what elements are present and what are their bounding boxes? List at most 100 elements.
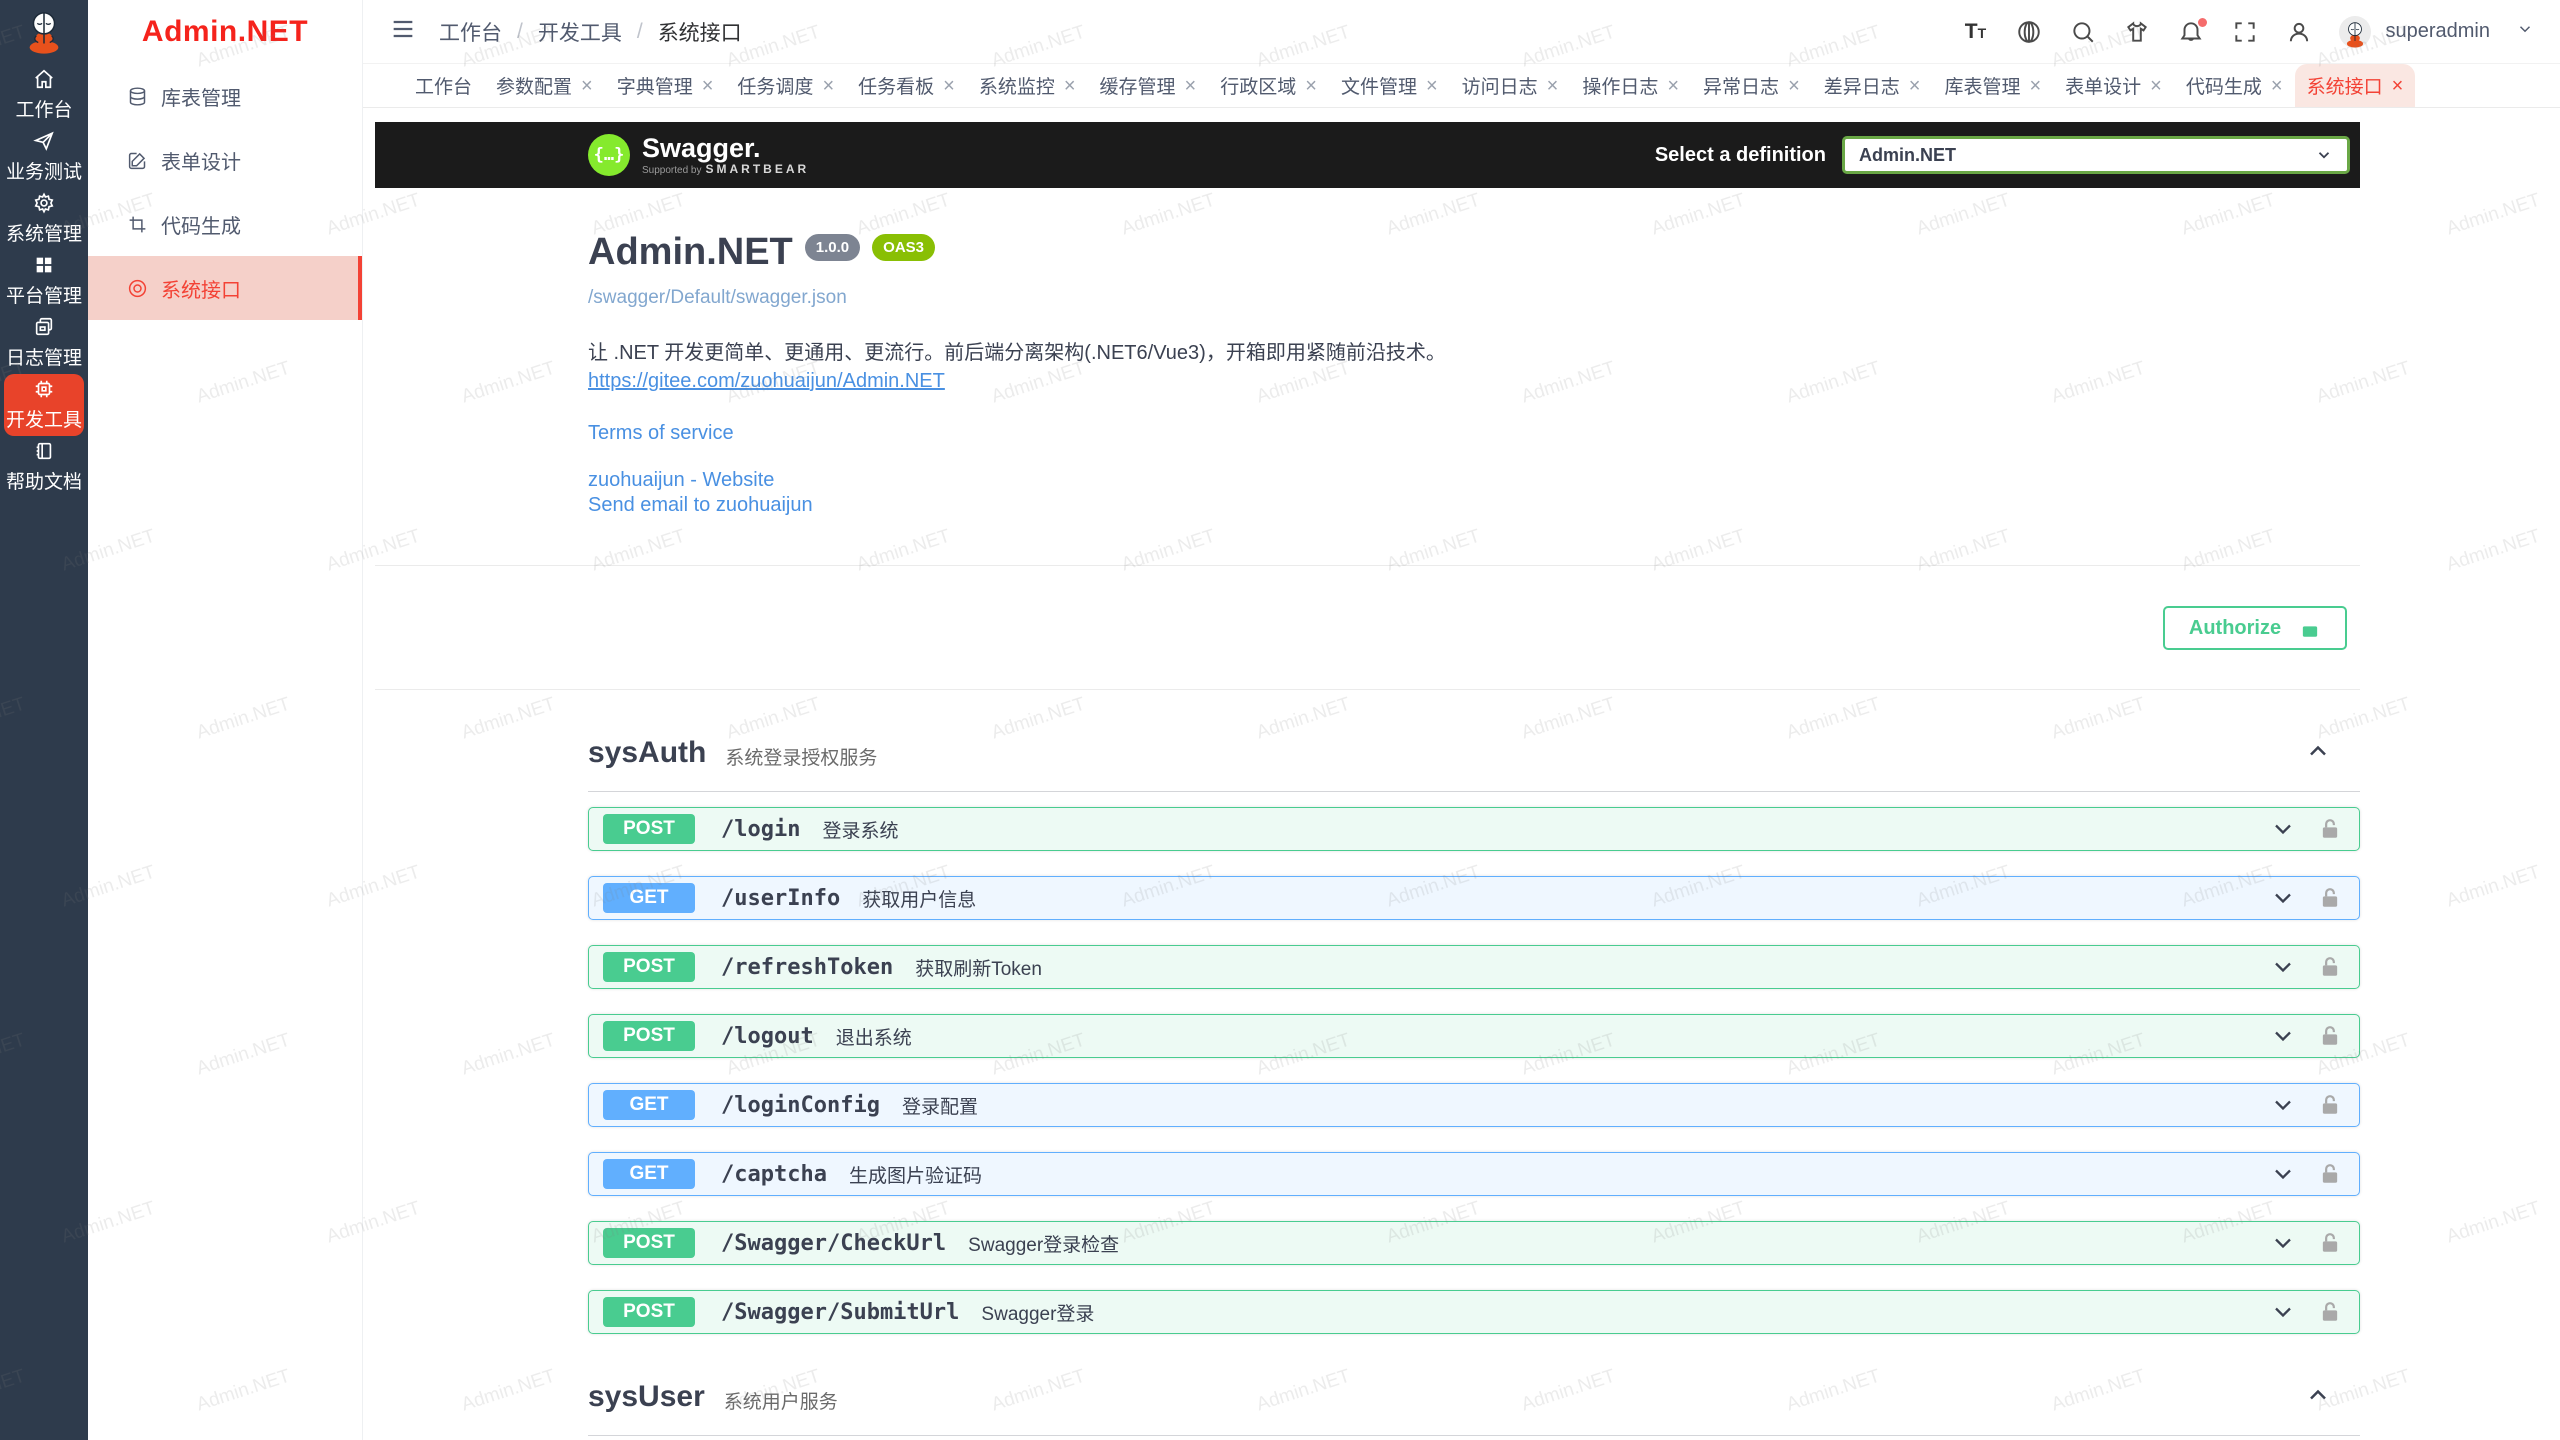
expand-chevron-down-icon[interactable]: [2270, 954, 2296, 980]
tab-close-icon[interactable]: ×: [1426, 76, 1438, 96]
auth-lock-icon[interactable]: [2319, 1094, 2341, 1116]
expand-chevron-down-icon[interactable]: [2270, 1230, 2296, 1256]
tab[interactable]: 访问日志 ×: [1450, 64, 1571, 107]
tab-close-icon[interactable]: ×: [1547, 76, 1559, 96]
tab-close-icon[interactable]: ×: [2392, 76, 2404, 96]
expand-chevron-down-icon[interactable]: [2270, 816, 2296, 842]
endpoint-row[interactable]: POST /Swagger/SubmitUrl Swagger登录: [588, 1290, 2360, 1334]
tab[interactable]: 系统接口 ×: [2295, 64, 2416, 107]
tab-close-icon[interactable]: ×: [1909, 76, 1921, 96]
collapse-section-chevron-up-icon[interactable]: [2305, 738, 2331, 769]
endpoint-row[interactable]: GET /captcha 生成图片验证码: [588, 1152, 2360, 1196]
tab[interactable]: 缓存管理 ×: [1088, 64, 1209, 107]
username-label[interactable]: superadmin: [2385, 20, 2490, 43]
tab-close-icon[interactable]: ×: [1185, 76, 1197, 96]
breadcrumb-item[interactable]: 工作台: [439, 17, 502, 47]
tab[interactable]: 操作日志 ×: [1570, 64, 1691, 107]
notification-bell-icon[interactable]: [2177, 18, 2205, 46]
tab-label: 任务看板: [858, 72, 934, 99]
section-header[interactable]: sysAuth 系统登录授权服务: [588, 736, 2360, 792]
endpoint-row[interactable]: POST /login 登录系统: [588, 807, 2360, 851]
auth-lock-icon[interactable]: [2319, 1163, 2341, 1185]
tab-close-icon[interactable]: ×: [943, 76, 955, 96]
rail-item-help-docs[interactable]: 帮助文档: [4, 436, 84, 498]
sidebar-item-system-api[interactable]: 系统接口: [88, 256, 362, 320]
tab[interactable]: 行政区域 ×: [1208, 64, 1329, 107]
expand-chevron-down-icon[interactable]: [2270, 1161, 2296, 1187]
tab-close-icon[interactable]: ×: [2271, 76, 2283, 96]
rail-item-label: 系统管理: [6, 219, 82, 246]
auth-lock-icon[interactable]: [2319, 1025, 2341, 1047]
tab-close-icon[interactable]: ×: [2029, 76, 2041, 96]
tab[interactable]: 库表管理 ×: [1932, 64, 2053, 107]
endpoint-row[interactable]: POST /logout 退出系统: [588, 1014, 2360, 1058]
fullscreen-icon[interactable]: [2231, 18, 2259, 46]
endpoint-row[interactable]: GET /userInfo 获取用户信息: [588, 876, 2360, 920]
tab[interactable]: 文件管理 ×: [1329, 64, 1450, 107]
tab-close-icon[interactable]: ×: [1788, 76, 1800, 96]
app-logo[interactable]: [0, 0, 88, 64]
auth-lock-icon[interactable]: [2319, 956, 2341, 978]
tab[interactable]: 任务调度 ×: [725, 64, 846, 107]
rail-item-dev-tools[interactable]: 开发工具: [4, 374, 84, 436]
authorize-button[interactable]: Authorize: [2163, 606, 2347, 650]
rail-item-workbench[interactable]: 工作台: [4, 64, 84, 126]
tab-label: 差异日志: [1824, 72, 1900, 99]
tab-close-icon[interactable]: ×: [2150, 76, 2162, 96]
auth-lock-icon[interactable]: [2319, 1301, 2341, 1323]
sidebar-item-form-design[interactable]: 表单设计: [88, 128, 362, 192]
tab-close-icon[interactable]: ×: [702, 76, 714, 96]
tab[interactable]: 表单设计 ×: [2053, 64, 2174, 107]
tab-close-icon[interactable]: ×: [822, 76, 834, 96]
search-icon[interactable]: [2069, 18, 2097, 46]
expand-chevron-down-icon[interactable]: [2270, 885, 2296, 911]
user-profile-icon[interactable]: [2285, 18, 2313, 46]
rail-item-platform-mgmt[interactable]: 平台管理: [4, 250, 84, 312]
breadcrumb-item[interactable]: 系统接口: [658, 17, 742, 47]
collapse-section-chevron-up-icon[interactable]: [2305, 1382, 2331, 1413]
endpoint-row[interactable]: GET /loginConfig 登录配置: [588, 1083, 2360, 1127]
tab[interactable]: 字典管理 ×: [605, 64, 726, 107]
tab[interactable]: 参数配置 ×: [484, 64, 605, 107]
language-icon[interactable]: [2015, 18, 2043, 46]
expand-chevron-down-icon[interactable]: [2270, 1023, 2296, 1049]
tab-close-icon[interactable]: ×: [581, 76, 593, 96]
auth-lock-icon[interactable]: [2319, 887, 2341, 909]
user-menu-chevron-down-icon[interactable]: [2516, 20, 2534, 43]
rail-item-log-mgmt[interactable]: 日志管理: [4, 312, 84, 374]
tab-close-icon[interactable]: ×: [1305, 76, 1317, 96]
endpoint-description: 登录系统: [822, 816, 898, 843]
repo-link[interactable]: https://gitee.com/zuohuaijun/Admin.NET: [588, 370, 945, 393]
font-size-icon[interactable]: TT: [1961, 18, 1989, 46]
expand-chevron-down-icon[interactable]: [2270, 1299, 2296, 1325]
section-header[interactable]: sysUser 系统用户服务: [588, 1380, 2360, 1436]
tab[interactable]: 差异日志 ×: [1812, 64, 1933, 107]
tab[interactable]: 工作台 ×: [403, 64, 484, 107]
select-definition-label: Select a definition: [1655, 144, 1826, 167]
tab[interactable]: 任务看板 ×: [846, 64, 967, 107]
swagger-brand-name: Swagger.: [642, 134, 809, 162]
breadcrumb-item[interactable]: 开发工具: [538, 17, 622, 47]
sidebar-item-table-mgmt[interactable]: 库表管理: [88, 64, 362, 128]
endpoint-row[interactable]: POST /refreshToken 获取刷新Token: [588, 945, 2360, 989]
spec-url[interactable]: /swagger/Default/swagger.json: [588, 287, 2360, 309]
theme-skin-icon[interactable]: [2123, 18, 2151, 46]
tab-close-icon[interactable]: ×: [1667, 76, 1679, 96]
auth-lock-icon[interactable]: [2319, 818, 2341, 840]
sidebar-item-code-gen[interactable]: 代码生成: [88, 192, 362, 256]
rail-item-system-mgmt[interactable]: 系统管理: [4, 188, 84, 250]
tab[interactable]: 代码生成 ×: [2174, 64, 2295, 107]
collapse-menu-icon[interactable]: [389, 15, 417, 48]
terms-of-service-link[interactable]: Terms of service: [588, 422, 734, 445]
expand-chevron-down-icon[interactable]: [2270, 1092, 2296, 1118]
contact-website-link[interactable]: zuohuaijun - Website: [588, 469, 774, 493]
auth-lock-icon[interactable]: [2319, 1232, 2341, 1254]
tab-close-icon[interactable]: ×: [1064, 76, 1076, 96]
tab[interactable]: 异常日志 ×: [1691, 64, 1812, 107]
avatar[interactable]: [2339, 16, 2371, 48]
endpoint-row[interactable]: POST /Swagger/CheckUrl Swagger登录检查: [588, 1221, 2360, 1265]
definition-select[interactable]: Admin.NET: [1842, 136, 2350, 174]
tab[interactable]: 系统监控 ×: [967, 64, 1088, 107]
contact-email-link[interactable]: Send email to zuohuaijun: [588, 494, 813, 517]
rail-item-business-test[interactable]: 业务测试: [4, 126, 84, 188]
